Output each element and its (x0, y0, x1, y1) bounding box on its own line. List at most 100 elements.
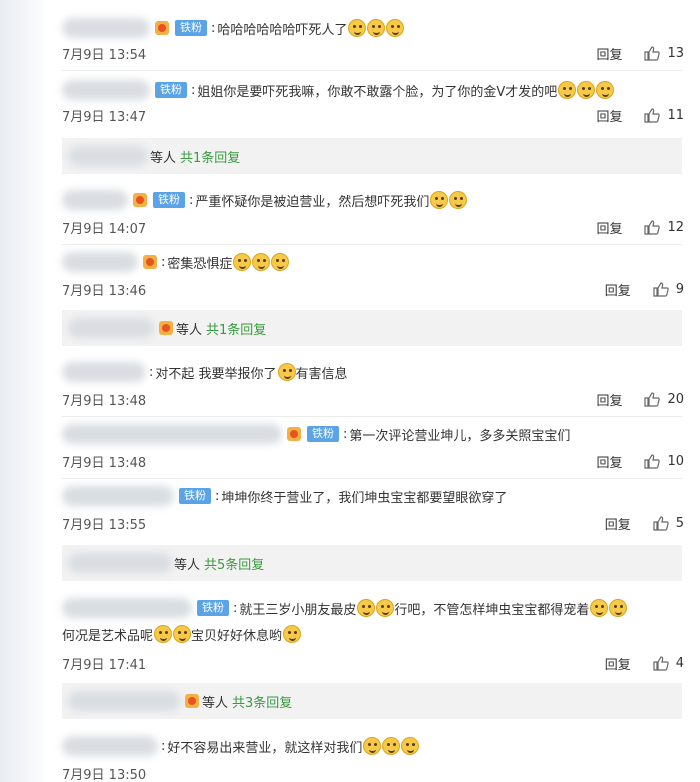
view-replies-link[interactable]: 共5条回复 (204, 554, 264, 573)
comment-actions: 回复 13 (596, 44, 684, 63)
commenter-name-blurred[interactable] (62, 190, 128, 210)
comment-line: 铁粉 : 就王三岁小朋友最皮 行吧，不管怎样坤虫宝宝都得宠着 (62, 596, 628, 620)
comment-text: 就王三岁小朋友最皮 (239, 602, 357, 618)
emoji-icon (173, 625, 192, 643)
comment-line: : 对不起 我要举报你了 有害信息 (62, 360, 348, 384)
like-button[interactable]: 10 (644, 454, 684, 469)
like-button[interactable]: 20 (644, 392, 684, 407)
vip-badge-icon (133, 193, 147, 207)
commenter-name-blurred[interactable] (62, 424, 282, 444)
comment-actions: 回复 12 (596, 218, 684, 237)
reply-button[interactable]: 回复 (596, 106, 622, 125)
emoji-icon (271, 253, 290, 271)
divider (62, 70, 682, 71)
comment-list: 铁粉 : 哈哈哈哈哈哈吓死人了 7月9日 13:54 回复 13 铁粉 : 姐姐 (44, 0, 700, 782)
comment-text-line2b: 宝贝好好休息哟 (191, 628, 283, 644)
comment-line: : 好不容易出来营业，就这样对我们 (62, 734, 420, 758)
comment-time: 7月9日 13:55 (62, 518, 147, 533)
reply-button[interactable]: 回复 (596, 390, 622, 409)
emoji-icon (376, 599, 395, 617)
reply-button[interactable]: 回复 (596, 218, 622, 237)
commenter-name-blurred[interactable] (62, 18, 150, 38)
thumbs-up-icon (653, 282, 669, 297)
like-button[interactable]: 12 (644, 220, 684, 235)
like-button[interactable]: 11 (644, 108, 684, 123)
comment-text: 姐姐你是要吓死我嘛，你敢不敢露个脸，为了你的金V才发的吧 (197, 84, 558, 100)
divider (62, 478, 682, 479)
thumbs-up-icon (644, 454, 661, 469)
left-panel-blur (0, 0, 48, 782)
thumbs-up-icon (653, 516, 669, 531)
like-count: 11 (667, 108, 684, 123)
divider (62, 416, 682, 417)
like-count: 13 (667, 46, 684, 61)
fan-badge: 铁粉 (155, 82, 187, 98)
comment-actions: 回复 9 (605, 280, 684, 299)
sub-reply-summary[interactable]: 等人 共3条回复 (62, 683, 682, 719)
emoji-icon (252, 253, 271, 271)
comment-line: : 密集恐惧症 (62, 250, 290, 274)
reply-button[interactable]: 回复 (596, 452, 622, 471)
emoji-icon (367, 19, 386, 37)
thumbs-up-icon (644, 220, 661, 235)
view-replies-link[interactable]: 共3条回复 (232, 692, 292, 711)
commenter-name-blurred[interactable] (62, 598, 192, 618)
comment-line: 铁粉 : 哈哈哈哈哈哈吓死人了 (62, 16, 405, 40)
commenter-name-blurred[interactable] (62, 362, 146, 382)
emoji-icon (283, 625, 302, 643)
view-replies-link[interactable]: 共1条回复 (180, 147, 240, 166)
comment-line: 铁粉 : 严重怀疑你是被迫营业，然后想吓死我们 (62, 188, 468, 212)
like-button[interactable]: 4 (653, 656, 684, 671)
replier-name-blurred (68, 691, 180, 711)
fan-badge: 铁粉 (153, 192, 185, 208)
comment-line: 铁粉 : 坤坤你终于营业了，我们坤虫宝宝都要望眼欲穿了 (62, 484, 507, 508)
vip-badge-icon (287, 427, 301, 441)
comment-time: 7月9日 13:48 (62, 394, 147, 409)
commenter-name-blurred[interactable] (62, 486, 174, 506)
vip-badge-icon (185, 694, 199, 708)
thumbs-up-icon (644, 392, 661, 407)
comment-text: 哈哈哈哈哈哈吓死人了 (217, 22, 348, 38)
sub-reply-summary[interactable]: 等人 共5条回复 (62, 545, 682, 581)
like-button[interactable]: 5 (653, 516, 684, 531)
sub-reply-summary[interactable]: 等人 共1条回复 (62, 138, 682, 174)
comment-time: 7月9日 13:46 (62, 284, 147, 299)
emoji-icon (386, 19, 405, 37)
comment-text-cont: 行吧，不管怎样坤虫宝宝都得宠着 (394, 602, 590, 618)
reply-button[interactable]: 回复 (605, 280, 631, 299)
comment-text: 对不起 我要举报你了 (155, 366, 277, 382)
comment-line-2: 何况是艺术品呢 宝贝好好休息哟 (62, 622, 302, 646)
emoji-icon (449, 191, 468, 209)
like-button[interactable]: 13 (644, 46, 684, 61)
like-count: 9 (675, 282, 684, 297)
thumbs-up-icon (644, 108, 661, 123)
comment-actions: 回复 20 (596, 390, 684, 409)
commenter-name-blurred[interactable] (62, 736, 158, 756)
comment-actions: 回复 5 (605, 514, 684, 533)
comment-text-line2a: 何况是艺术品呢 (62, 628, 154, 644)
vip-badge-icon (159, 321, 173, 335)
comment-actions: 回复 4 (605, 654, 684, 673)
commenter-name-blurred[interactable] (62, 80, 150, 100)
comment-text: 好不容易出来营业，就这样对我们 (167, 740, 363, 756)
fan-badge: 铁粉 (197, 600, 229, 616)
emoji-icon (558, 81, 577, 99)
emoji-icon (596, 81, 615, 99)
reply-button[interactable]: 回复 (605, 654, 631, 673)
like-count: 10 (667, 454, 684, 469)
view-replies-link[interactable]: 共1条回复 (206, 319, 266, 338)
like-button[interactable]: 9 (653, 282, 684, 297)
reply-button[interactable]: 回复 (605, 514, 631, 533)
reply-button[interactable]: 回复 (596, 44, 622, 63)
comment-time: 7月9日 13:48 (62, 456, 147, 471)
sub-reply-summary[interactable]: 等人 共1条回复 (62, 310, 682, 346)
comment-text: 第一次评论营业坤儿，多多关照宝宝们 (349, 428, 571, 444)
like-count: 5 (675, 516, 684, 531)
emoji-icon (609, 599, 628, 617)
thumbs-up-icon (653, 656, 669, 671)
emoji-icon (430, 191, 449, 209)
commenter-name-blurred[interactable] (62, 252, 138, 272)
replier-name-blurred (68, 553, 172, 573)
fan-badge: 铁粉 (179, 488, 211, 504)
emoji-icon (401, 737, 420, 755)
